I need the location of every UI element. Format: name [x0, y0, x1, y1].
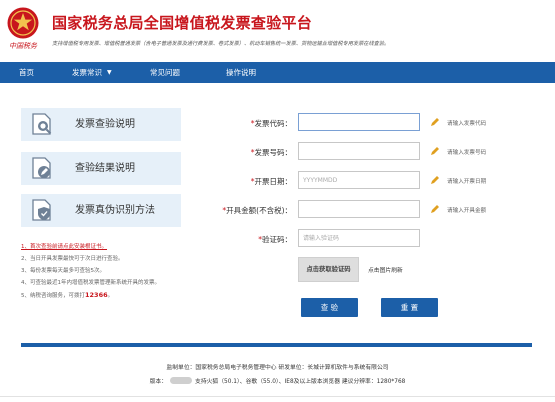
- page-title: 国家税务总局全国增值税发票查验平台: [52, 14, 313, 32]
- caret-down-icon: ▼: [107, 69, 112, 76]
- note-install-cert-link[interactable]: 1、首次查验前请点此安装根证书。: [21, 241, 221, 253]
- reset-button[interactable]: 重 置: [381, 298, 438, 317]
- help-card-label: 发票真伪识别方法: [75, 205, 155, 216]
- hotline-number: 12366: [85, 291, 108, 299]
- pencil-icon: [431, 118, 439, 126]
- version-label: 版本：: [149, 379, 168, 385]
- invoice-amount-label: *开具金额(不含税)：: [212, 205, 292, 216]
- document-search-icon: [32, 113, 52, 135]
- invoice-date-hint: 请输入开票日期: [447, 179, 487, 185]
- note-hotline-end: 。: [107, 293, 114, 299]
- version-value: [170, 377, 193, 384]
- bottom-border: [0, 396, 555, 397]
- captcha-input[interactable]: [298, 229, 420, 247]
- invoice-date-label-text: 开票日期：: [254, 177, 293, 186]
- invoice-amount-label-text: 开具金额(不含税)：: [226, 206, 292, 215]
- get-captcha-button[interactable]: 点击获取验证码: [298, 257, 359, 282]
- note-item: 4、可查验最近1年内增值税发票管理新系统开具的发票。: [21, 280, 161, 286]
- logo-caption: 中国税务: [9, 42, 37, 50]
- main-nav: 首页 发票常识 ▼ 常见问题 操作说明: [0, 62, 555, 83]
- notes-list: 1、首次查验前请点此安装根证书。 2、当日开具发票最快可于次日进行查验。 3、每…: [21, 241, 221, 301]
- invoice-date-input[interactable]: [298, 171, 420, 189]
- nav-invoice-knowledge-label: 发票常识: [72, 68, 102, 77]
- help-card-result-guide[interactable]: 查验结果说明: [21, 152, 181, 185]
- invoice-date-label: *开票日期：: [212, 176, 292, 187]
- nav-faq[interactable]: 常见问题: [150, 62, 180, 83]
- refresh-captcha-link[interactable]: 点击图片刷新: [368, 265, 403, 274]
- document-edit-icon: [32, 157, 51, 179]
- footer-divider: [21, 343, 532, 347]
- help-card-label: 发票查验说明: [75, 119, 135, 130]
- invoice-code-label-text: 发票代码：: [254, 119, 293, 128]
- note-hotline-text: 5、纳税咨询服务，可拨打: [21, 293, 86, 299]
- invoice-code-input[interactable]: [298, 113, 420, 131]
- captcha-label-text: 验证码：: [262, 235, 292, 244]
- pencil-icon: [431, 205, 439, 213]
- nav-home[interactable]: 首页: [19, 62, 34, 83]
- captcha-label: *验证码：: [212, 234, 292, 245]
- page-header: 中国税务 国家税务总局全国增值税发票查验平台 支持增值税专用发票、增值税普通发票…: [0, 0, 555, 62]
- invoice-number-input[interactable]: [298, 142, 420, 160]
- invoice-amount-input[interactable]: [298, 200, 420, 218]
- note-item: 2、当日开具发票最快可于次日进行查验。: [21, 256, 124, 262]
- invoice-code-label: *发票代码：: [212, 118, 292, 129]
- help-card-label: 查验结果说明: [75, 163, 135, 174]
- document-shield-icon: [32, 199, 51, 221]
- invoice-number-label-text: 发票号码：: [254, 148, 293, 157]
- invoice-number-label: *发票号码：: [212, 147, 292, 158]
- browser-support-text: 支持火狐（50.1）、谷歌（55.0）、IE8及以上版本浏览器 建议分辨率：12…: [195, 379, 406, 385]
- page-subtitle: 支持增值税专用发票、增值税普通发票（含电子普通发票及通行费发票、卷式发票）、机动…: [52, 41, 390, 47]
- verify-button[interactable]: 查 验: [301, 298, 358, 317]
- pencil-icon: [431, 147, 439, 155]
- help-card-authenticity[interactable]: 发票真伪识别方法: [21, 194, 181, 227]
- invoice-number-hint: 请输入发票号码: [447, 150, 487, 156]
- note-item: 3、每份发票每天最多可查验5次。: [21, 268, 105, 274]
- help-card-verify-guide[interactable]: 发票查验说明: [21, 108, 181, 141]
- footer-browser-support: 版本： 支持火狐（50.1）、谷歌（55.0）、IE8及以上版本浏览器 建议分辨率…: [0, 376, 555, 385]
- invoice-code-hint: 请输入发票代码: [447, 121, 487, 127]
- nav-operation-guide[interactable]: 操作说明: [226, 62, 256, 83]
- invoice-amount-hint: 请输入开具金额: [447, 208, 487, 214]
- tax-emblem-icon: [7, 7, 39, 39]
- pencil-icon: [431, 176, 439, 184]
- nav-invoice-knowledge[interactable]: 发票常识 ▼: [72, 62, 112, 83]
- note-hotline: 5、纳税咨询服务，可拨打12366。: [21, 289, 221, 301]
- footer-credits: 监制单位：国家税务总局电子税务管理中心 研发单位：长城计算机软件与系统有限公司: [166, 365, 389, 371]
